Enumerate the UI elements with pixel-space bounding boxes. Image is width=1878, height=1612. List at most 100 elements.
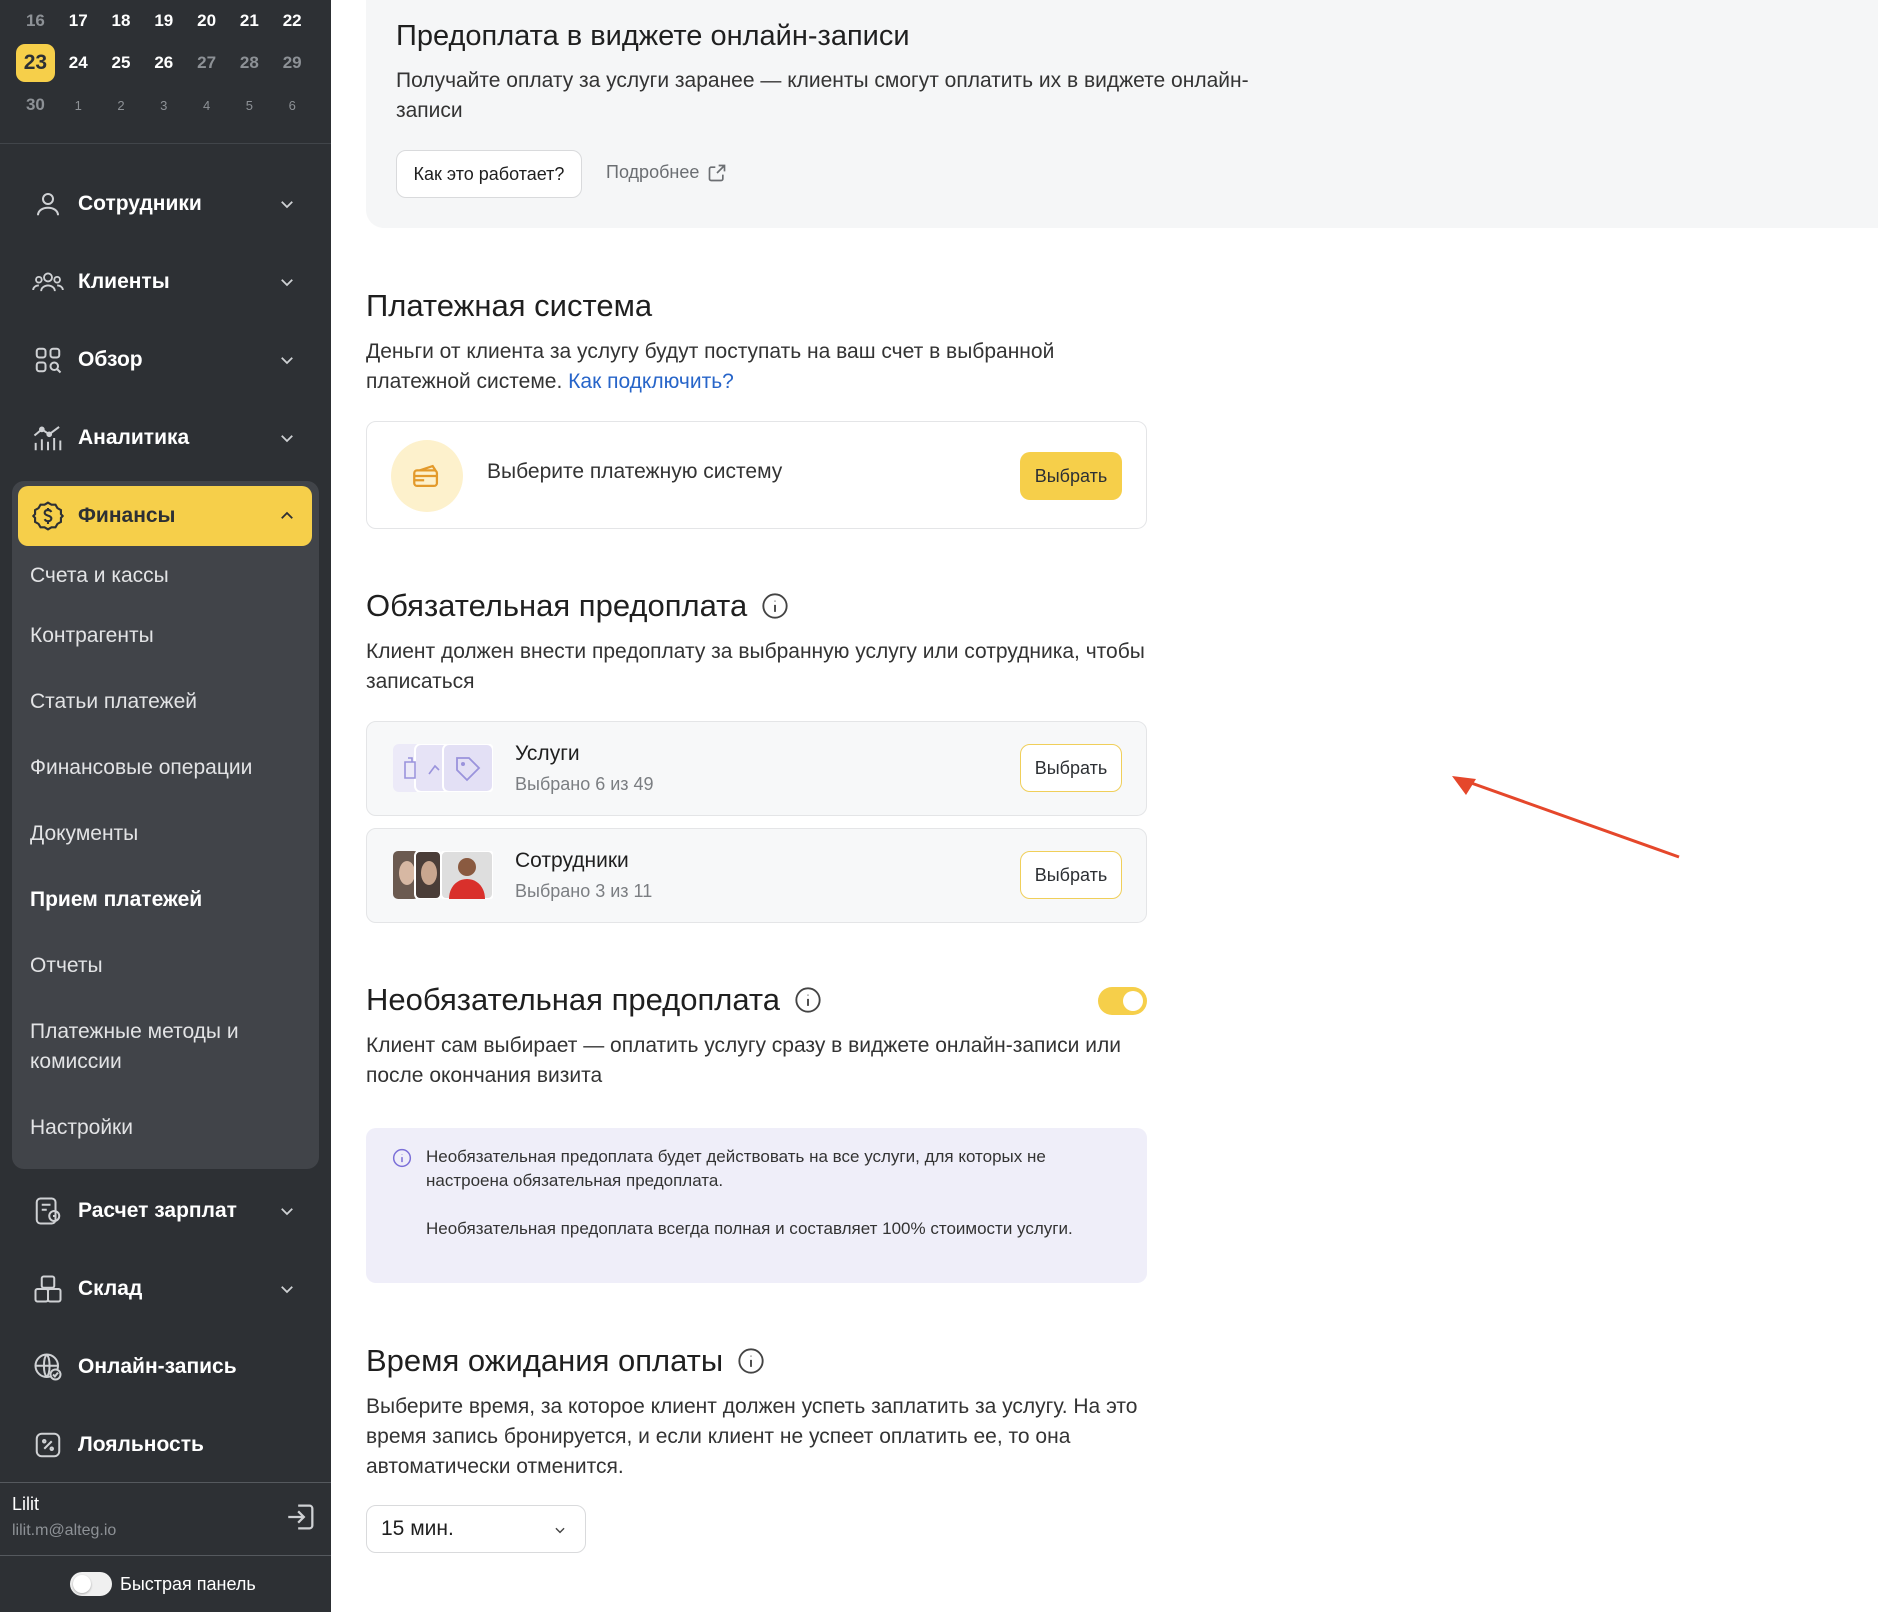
boxes-icon: [32, 1273, 64, 1305]
section-description: Деньги от клиента за услугу будут поступ…: [366, 337, 1156, 397]
submenu-item-payment-methods[interactable]: Платежные методы и комиссии: [30, 1017, 300, 1077]
calendar-day[interactable]: 16: [14, 11, 57, 31]
chevron-down-icon: [281, 1286, 293, 1294]
service-icons: [393, 743, 494, 793]
services-thumbnails: [393, 743, 494, 793]
how-it-works-button[interactable]: Как это работает?: [396, 150, 582, 198]
wait-time-select[interactable]: 15 мин.: [366, 1505, 586, 1553]
sidebar-item-employees[interactable]: Сотрудники: [18, 174, 312, 234]
calendar-day[interactable]: 5: [228, 98, 271, 113]
chevron-down-icon: [281, 435, 293, 443]
calendar-day[interactable]: 19: [142, 11, 185, 31]
wait-time-value: 15 мин.: [381, 1517, 454, 1540]
annotation-arrow: [1452, 776, 1680, 859]
more-link[interactable]: Подробнее: [606, 162, 727, 183]
submenu-item-financial-operations[interactable]: Финансовые операции: [30, 753, 300, 783]
calendar-day-today[interactable]: 23: [16, 44, 55, 82]
card-description: Получайте оплату за услуги заранее — кли…: [396, 69, 1249, 122]
sidebar-item-analytics[interactable]: Аналитика: [18, 408, 312, 468]
page-title: Предоплата в виджете онлайн-записи: [396, 20, 910, 52]
section-title-text: Время ожидания оплаты: [366, 1343, 724, 1378]
notice-text: Необязательная предоплата всегда полная …: [426, 1219, 1073, 1238]
divider: [0, 1482, 331, 1483]
calendar-day[interactable]: 6: [271, 98, 314, 113]
payment-system-placeholder: Выберите платежную систему: [487, 460, 783, 483]
calendar-day[interactable]: 21: [228, 11, 271, 31]
calendar-day[interactable]: 17: [57, 11, 100, 31]
calendar-day[interactable]: 29: [271, 53, 314, 73]
submenu-item-settings[interactable]: Настройки: [30, 1113, 300, 1143]
submenu-item-payment-items[interactable]: Статьи платежей: [30, 687, 300, 717]
toggle-switch[interactable]: [70, 1572, 112, 1596]
payroll-icon: [32, 1195, 64, 1227]
info-icon[interactable]: [737, 1347, 765, 1375]
analytics-icon: [32, 422, 64, 454]
sidebar-item-label: Расчет зарплат: [78, 1199, 237, 1222]
section-title-optional-prepayment: Необязательная предоплата: [366, 982, 822, 1018]
staff-selected-count: Выбрано 3 из 11: [515, 881, 653, 901]
calendar-day[interactable]: 1: [57, 98, 100, 113]
calendar-day[interactable]: 3: [142, 98, 185, 113]
submenu-item-accounts[interactable]: Счета и кассы: [30, 561, 300, 591]
calendar-day[interactable]: 27: [185, 53, 228, 73]
staff-avatars: [393, 850, 494, 900]
users-icon: [32, 266, 64, 298]
sidebar-item-warehouse[interactable]: Склад: [18, 1259, 312, 1319]
optional-prepayment-toggle[interactable]: [1098, 987, 1147, 1015]
section-title-text: Обязательная предоплата: [366, 588, 748, 623]
section-description: Выберите время, за которое клиент должен…: [366, 1395, 1138, 1478]
select-payment-system-button[interactable]: Выбрать: [1020, 452, 1122, 500]
calendar-day[interactable]: 22: [271, 11, 314, 31]
calendar-day[interactable]: 2: [100, 98, 143, 113]
sidebar-item-label: Лояльность: [78, 1433, 204, 1456]
info-icon[interactable]: [761, 592, 789, 620]
sidebar-item-overview[interactable]: Обзор: [18, 330, 312, 390]
user-email: lilit.m@alteg.io: [12, 1522, 117, 1539]
calendar-day[interactable]: 30: [14, 95, 57, 115]
divider: [0, 1555, 331, 1556]
calendar-week: 30 1 2 3 4 5 6: [14, 84, 320, 126]
chevron-down-icon: [281, 201, 293, 209]
submenu-item-payment-acceptance[interactable]: Прием платежей: [30, 885, 300, 915]
sidebar-item-payroll[interactable]: Расчет зарплат: [18, 1181, 312, 1241]
calendar-day[interactable]: 4: [185, 98, 228, 113]
sidebar-item-label: Сотрудники: [78, 192, 202, 215]
percent-icon: [32, 1429, 64, 1461]
submenu-item-reports[interactable]: Отчеты: [30, 951, 300, 981]
section-title-text: Необязательная предоплата: [366, 982, 781, 1017]
calendar-day[interactable]: 26: [142, 53, 185, 73]
info-notice: Необязательная предоплата будет действов…: [366, 1128, 1147, 1283]
submenu-item-counterparties[interactable]: Контрагенты: [30, 621, 300, 651]
sidebar-item-clients[interactable]: Клиенты: [18, 252, 312, 312]
calendar-day[interactable]: 28: [228, 53, 271, 73]
quick-panel-toggle[interactable]: Быстрая панель: [70, 1572, 256, 1596]
calendar-day[interactable]: 18: [100, 11, 143, 31]
select-staff-button[interactable]: Выбрать: [1020, 851, 1122, 899]
info-icon[interactable]: [794, 986, 822, 1014]
calendar-day[interactable]: 24: [57, 53, 100, 73]
sidebar-item-loyalty[interactable]: Лояльность: [18, 1415, 312, 1475]
calendar-day[interactable]: 20: [185, 11, 228, 31]
section-title-text: Платежная система: [366, 288, 653, 323]
more-link-label: Подробнее: [606, 162, 700, 182]
services-title: Услуги: [515, 742, 580, 765]
section-title-wait-time: Время ожидания оплаты: [366, 1343, 765, 1379]
select-services-button[interactable]: Выбрать: [1020, 744, 1122, 792]
logout-icon[interactable]: [284, 1500, 318, 1534]
divider: [0, 143, 331, 144]
chevron-up-icon: [281, 511, 293, 519]
quick-panel-label: Быстрая панель: [120, 1573, 256, 1594]
external-link-icon: [709, 164, 726, 181]
chevron-down-icon: [555, 1527, 565, 1534]
connect-link[interactable]: Как подключить?: [568, 370, 734, 393]
user-icon: [32, 188, 64, 220]
sidebar-item-online-booking[interactable]: Онлайн-запись: [18, 1337, 312, 1397]
wallet-icon: [391, 440, 463, 512]
info-icon: [392, 1148, 412, 1168]
sidebar-item-label: Аналитика: [78, 426, 190, 449]
staff-card: Сотрудники Выбрано 3 из 11 Выбрать: [366, 828, 1147, 923]
sidebar-item-finance[interactable]: Финансы: [18, 486, 312, 546]
section-title-payment-system: Платежная система: [366, 288, 652, 324]
submenu-item-documents[interactable]: Документы: [30, 819, 300, 849]
calendar-day[interactable]: 25: [100, 53, 143, 73]
